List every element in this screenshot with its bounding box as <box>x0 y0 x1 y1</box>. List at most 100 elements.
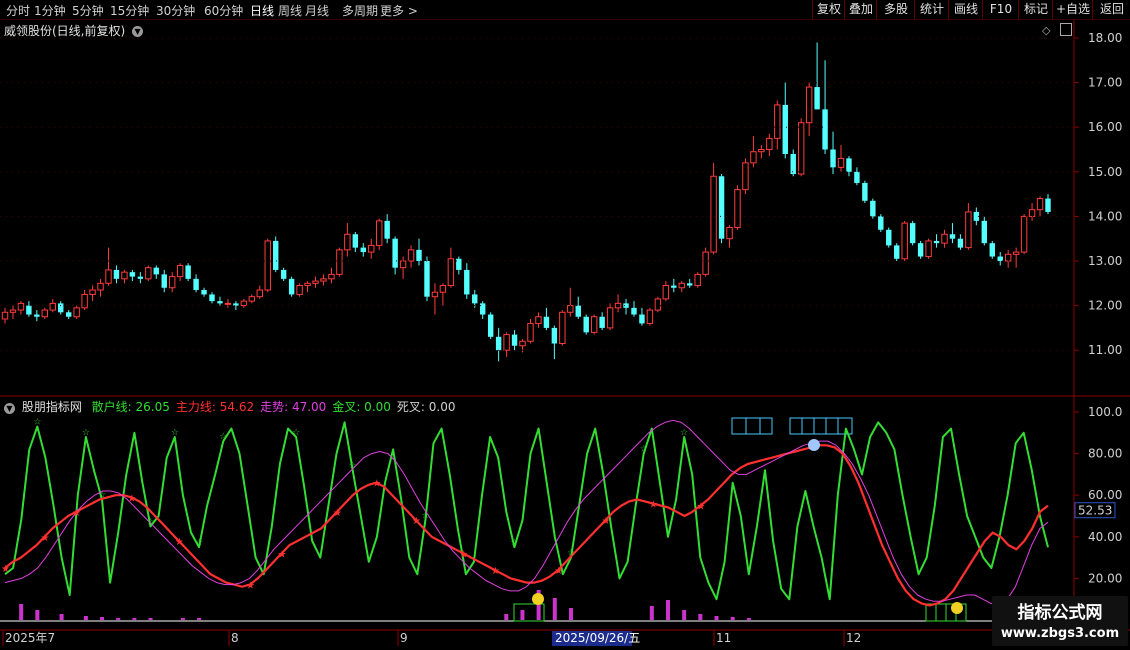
candle-127 <box>1012 247 1020 268</box>
tab-timeframe-5[interactable]: 60分钟 <box>204 2 243 19</box>
candle-75 <box>599 312 605 331</box>
candle-body <box>73 307 80 318</box>
candle-body <box>599 316 605 328</box>
tab-timeframe-7[interactable]: 周线 <box>278 2 302 19</box>
candle-111 <box>886 227 892 248</box>
candle-body <box>511 334 518 346</box>
ind-bar <box>568 608 573 620</box>
candle-body <box>774 104 781 139</box>
candle-body <box>646 309 654 324</box>
main-star-marker: ★ <box>372 479 381 490</box>
candle-body <box>1004 253 1012 262</box>
ind-bar <box>35 610 40 620</box>
main-star-marker: ★ <box>1 564 10 575</box>
green-star-marker: ☆ <box>349 461 357 471</box>
candle-body <box>606 307 614 329</box>
candle-18 <box>145 265 152 282</box>
candle-body <box>662 285 670 300</box>
candle-body <box>264 240 271 291</box>
candle-body <box>328 273 335 280</box>
toolbar-button-7[interactable]: +自选 <box>1052 0 1093 19</box>
toolbar-button-8[interactable]: 返回 <box>1092 0 1130 19</box>
ind-bar <box>649 606 654 620</box>
candle-16 <box>129 269 136 282</box>
chart-title: 威领股份(日线,前复权) <box>4 24 126 38</box>
candle-body <box>34 314 40 317</box>
toolbar-button-4[interactable]: 画线 <box>948 0 983 19</box>
ind-axis-label-4: 20.00 <box>1088 571 1122 585</box>
ind-bar <box>730 617 735 620</box>
tab-timeframe-10[interactable]: 更多 > <box>380 2 418 19</box>
toolbar-button-3[interactable]: 统计 <box>914 0 949 19</box>
candle-105 <box>837 145 845 172</box>
candle-71 <box>567 287 574 317</box>
candle-91 <box>726 225 733 248</box>
tab-timeframe-6[interactable]: 日线 <box>250 2 274 19</box>
candle-body <box>137 276 144 279</box>
candle-131 <box>1045 194 1051 215</box>
candle-body <box>368 244 375 253</box>
candle-body <box>543 316 550 328</box>
candle-body <box>81 293 88 309</box>
candle-9 <box>73 305 80 319</box>
indicator-title-bar: ▼ 股朋指标网 散户线: 26.05 主力线: 54.62 走势: 47.00 金叉:… <box>4 398 467 415</box>
toolbar-button-0[interactable]: 复权 <box>812 0 845 19</box>
toolbar-button-1[interactable]: 叠加 <box>844 0 877 19</box>
candle-74 <box>590 314 598 335</box>
candle-113 <box>901 220 908 261</box>
candle-body <box>631 307 637 315</box>
candle-62 <box>495 327 502 362</box>
main-star-marker: ★ <box>491 566 500 577</box>
candle-body <box>535 316 542 324</box>
date-label-3: 11 <box>716 631 731 645</box>
tab-timeframe-8[interactable]: 月线 <box>305 2 329 19</box>
green-star-marker: ☆ <box>219 432 227 442</box>
tab-timeframe-9[interactable]: 多周期 <box>342 2 378 19</box>
candle-106 <box>846 156 852 177</box>
candle-108 <box>862 180 868 204</box>
tab-timeframe-4[interactable]: 30分钟 <box>156 2 195 19</box>
tab-timeframe-2[interactable]: 5分钟 <box>72 2 104 19</box>
candle-58 <box>464 263 470 299</box>
diamond-icon[interactable]: ◇ <box>1042 24 1050 37</box>
tab-timeframe-0[interactable]: 分时 <box>6 2 30 19</box>
chevron-down-icon[interactable]: ▼ <box>132 26 144 37</box>
indicator-value-1: 主力线: 54.62 <box>175 400 255 414</box>
tab-timeframe-1[interactable]: 1分钟 <box>34 2 66 19</box>
panel-toggle-icon[interactable] <box>1060 23 1072 36</box>
candle-50 <box>399 256 407 279</box>
signal-box <box>731 417 773 435</box>
indicator-values: 散户线: 26.05 主力线: 54.62 走势: 47.00 金叉: 0.00 死叉:… <box>92 400 462 414</box>
chevron-down-icon[interactable]: ▼ <box>4 403 15 414</box>
cursor-date-box <box>552 631 632 646</box>
candle-body <box>878 216 884 230</box>
candle-15 <box>121 269 128 284</box>
candle-78 <box>623 298 629 315</box>
candle-95 <box>758 145 765 159</box>
candle-8 <box>65 310 72 319</box>
stock-chart[interactable]: 18.00 17.00 16.00 15.00 14.00 13.00 12.00 11.00… <box>0 0 1130 650</box>
toolbar-button-5[interactable]: F10 <box>982 0 1019 19</box>
candle-body <box>742 162 749 191</box>
candle-body <box>480 303 486 315</box>
candle-92 <box>734 185 741 230</box>
candle-76 <box>606 303 614 331</box>
toolbar-button-2[interactable]: 多股 <box>876 0 915 19</box>
chart-title-bar: 威领股份(日线,前复权) ▼ <box>4 22 144 39</box>
date-label-2: 9 <box>400 631 408 645</box>
candle-32 <box>256 285 263 299</box>
candle-114 <box>909 220 916 246</box>
candle-6 <box>49 298 56 313</box>
candle-body <box>168 276 176 289</box>
candle-37 <box>296 283 303 297</box>
candle-body <box>614 302 622 309</box>
candle-17 <box>137 272 144 284</box>
candle-65 <box>519 339 526 353</box>
toolbar-button-6[interactable]: 标记 <box>1018 0 1053 19</box>
price-label-1: 17.00 <box>1088 76 1122 90</box>
candlestick-panel <box>1 42 1051 362</box>
tab-timeframe-3[interactable]: 15分钟 <box>110 2 149 19</box>
candle-body <box>671 285 677 288</box>
candle-81 <box>646 307 654 326</box>
signal-box-green <box>925 603 967 622</box>
